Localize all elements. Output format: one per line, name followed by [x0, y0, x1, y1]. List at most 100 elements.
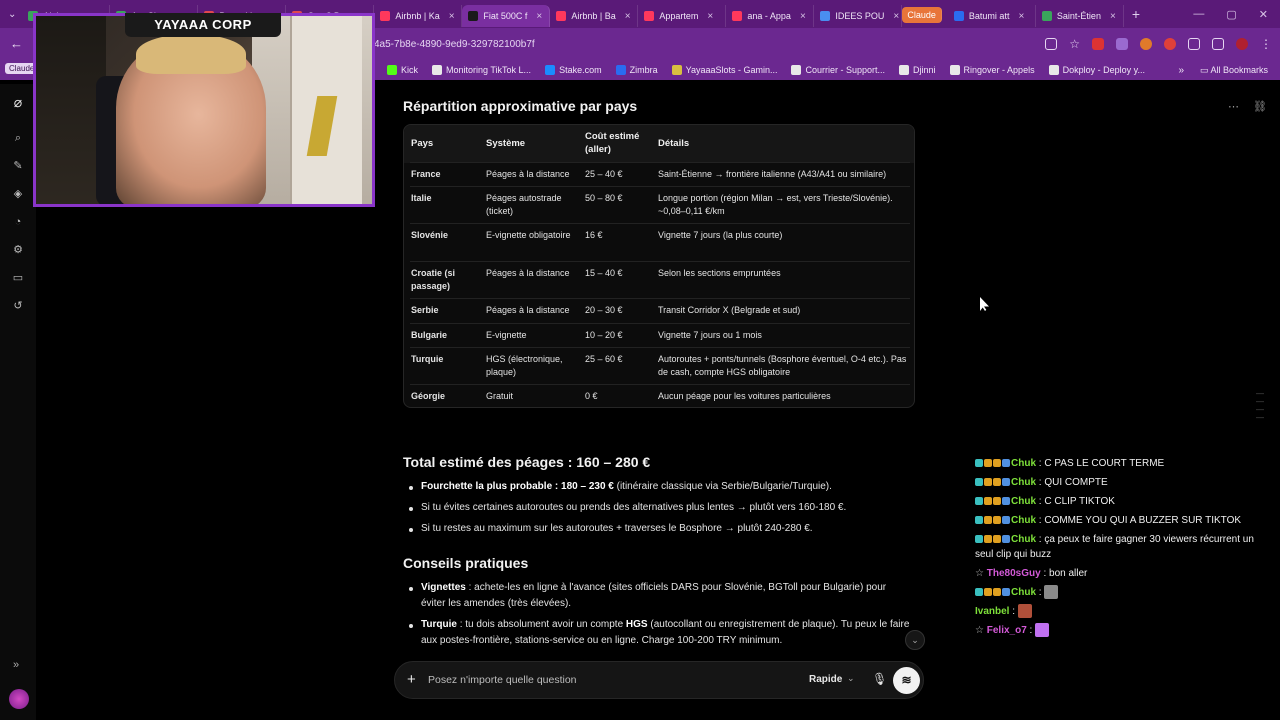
bookmark-item[interactable]: Monitoring TikTok L... [432, 65, 531, 75]
cell-cout: 25 – 60 € [585, 354, 623, 364]
tab-close-icon[interactable]: × [536, 11, 542, 22]
bullet-dot [409, 587, 413, 591]
prompt-input[interactable]: Posez n'importe quelle question [428, 674, 577, 686]
chat-username[interactable]: Chuk [1011, 458, 1036, 469]
bookmark-item[interactable]: Kick [387, 65, 418, 75]
tab-close-icon[interactable]: × [893, 11, 899, 22]
chat-username[interactable]: Chuk [1011, 477, 1036, 488]
bookmark-item[interactable]: Courrier - Support... [791, 65, 885, 75]
cell-details: Longue portion (région Milan → est, vers… [658, 193, 893, 216]
cell-pays: Bulgarie [411, 330, 448, 340]
tab-close-icon[interactable]: × [1018, 11, 1024, 22]
attach-plus-icon[interactable]: + [407, 671, 416, 688]
bookmark-item[interactable]: YayaaaSlots - Gamin... [671, 65, 777, 75]
extension-icon[interactable] [1164, 38, 1176, 50]
bookmark-star-icon[interactable]: ☆ [1069, 37, 1080, 51]
extensions-puzzle-icon[interactable] [1188, 38, 1200, 50]
new-chat-icon[interactable]: ✎ [12, 160, 24, 172]
chat-message: Ivanbel : [975, 604, 1275, 619]
maximize-icon[interactable]: ▢ [1226, 8, 1236, 21]
profile-avatar[interactable] [1236, 38, 1248, 50]
chat-message: ☆ The80sGuy : bon aller [975, 568, 1088, 579]
bookmark-item[interactable]: Djinni [899, 65, 936, 75]
browser-tab[interactable]: Appartem × [638, 5, 727, 27]
row-divider [410, 384, 910, 385]
chat-composer[interactable]: + Posez n'importe quelle question Rapide… [394, 661, 924, 699]
sidebar-toggle-icon[interactable] [1212, 38, 1224, 50]
link-icon[interactable]: ⛓ [1253, 100, 1267, 113]
tab-close-icon[interactable]: × [625, 11, 631, 22]
browser-tab[interactable]: IDEES POU × [814, 5, 903, 27]
bookmarks-overflow-icon[interactable]: » [1178, 65, 1184, 76]
bullet-text: Si tu restes au maximum sur les autorout… [421, 523, 813, 534]
browser-tab[interactable]: Claude [902, 7, 942, 23]
search-icon[interactable]: ⌕ [12, 132, 24, 144]
tab-close-icon[interactable]: × [707, 11, 713, 22]
voice-mode-button[interactable]: ≋ [893, 667, 920, 694]
bookmark-item[interactable]: Stake.com [545, 65, 602, 75]
extension-icon[interactable] [1140, 38, 1152, 50]
extension-icon[interactable] [1092, 38, 1104, 50]
toll-table: Pays Système Coût estimé (aller) Détails… [403, 124, 915, 408]
tab-close-icon[interactable]: × [1110, 11, 1116, 22]
bookmark-item[interactable]: Dokploy - Deploy y... [1048, 65, 1145, 75]
back-arrow-icon[interactable]: ← [10, 36, 23, 51]
bookmark-item[interactable]: Ringover - Appels [949, 65, 1035, 75]
bookmark-item[interactable]: Zimbra [615, 65, 658, 75]
chat-badge-icon [975, 497, 983, 506]
all-bookmarks-link[interactable]: ▭ All Bookmarks [1200, 65, 1268, 76]
browser-tab[interactable]: Fiat 500C f × [462, 5, 551, 27]
new-tab-button[interactable]: + [1132, 6, 1140, 22]
bookmark-icon [791, 65, 802, 75]
images-icon[interactable]: ◈ [12, 188, 24, 200]
app-logo-icon[interactable]: ⌀ [12, 95, 24, 109]
minimize-icon[interactable]: — [1193, 8, 1204, 21]
bookmark-icon [671, 65, 682, 75]
tab-favicon [644, 11, 655, 21]
tab-close-icon[interactable]: × [449, 11, 455, 22]
tab-search-icon[interactable]: ⌄ [8, 9, 16, 20]
close-window-icon[interactable]: ✕ [1259, 8, 1268, 21]
history-icon[interactable]: ↺ [12, 300, 24, 312]
scroll-down-button[interactable]: ⌄ [905, 630, 925, 650]
browser-tab[interactable]: Airbnb | Ba × [550, 5, 639, 27]
cast-icon[interactable] [1045, 38, 1058, 50]
tab-close-icon[interactable]: × [800, 11, 806, 22]
folder-icon[interactable]: ▭ [12, 272, 24, 284]
browser-tab[interactable]: Saint-Étien × [1036, 5, 1124, 27]
chat-username[interactable]: The80sGuy [987, 568, 1041, 579]
extension-icon[interactable] [1116, 38, 1128, 50]
menu-kebab-icon[interactable]: ⋮ [1260, 37, 1272, 51]
user-avatar[interactable] [9, 689, 29, 709]
chat-badge-icon [975, 516, 983, 525]
chat-username[interactable]: Felix_o7 [987, 625, 1027, 636]
chat-text: bon aller [1049, 568, 1088, 579]
cell-cout: 0 € [585, 391, 598, 401]
cell-systeme: Péages à la distance [486, 169, 570, 179]
browser-tab[interactable]: Batumi att × [948, 5, 1036, 27]
chat-badge-icon [993, 478, 1001, 487]
model-selector[interactable]: Rapide [809, 674, 842, 685]
chat-username[interactable]: Chuk [1011, 534, 1036, 545]
chat-username[interactable]: Chuk [1011, 587, 1036, 598]
chat-message: Chuk : QUI COMPTE [975, 475, 1275, 490]
bullet-dot [409, 507, 413, 511]
left-sidebar: ⌀ ⌕ ✎ ◈ ◔ ⚙ ▭ ↺ [0, 84, 36, 720]
chat-username[interactable]: Chuk [1011, 496, 1036, 507]
voice-icon[interactable]: ◔ [12, 216, 24, 228]
chevron-down-icon[interactable]: ⌄ [847, 673, 855, 684]
more-options-icon[interactable]: ⋯ [1228, 100, 1239, 113]
microphone-icon[interactable]: 🎙 [872, 672, 887, 686]
browser-tab[interactable]: ana - Appa × [726, 5, 815, 27]
browser-tab[interactable]: Airbnb | Ka × [374, 5, 463, 27]
chat-username[interactable]: Chuk [1011, 515, 1036, 526]
url-field[interactable]: 4a5-7b8e-4890-9ed9-329782100b7f [374, 39, 535, 50]
tab-favicon [953, 11, 964, 21]
bookmark-label: Zimbra [629, 65, 658, 75]
chat-username[interactable]: Ivanbel [975, 606, 1009, 617]
projects-icon[interactable]: ⚙ [12, 244, 24, 256]
bookmark-label: Monitoring TikTok L... [446, 65, 532, 75]
expand-sidebar-icon[interactable]: » [13, 659, 19, 671]
tab-favicon [1041, 11, 1052, 21]
row-divider [410, 298, 910, 299]
